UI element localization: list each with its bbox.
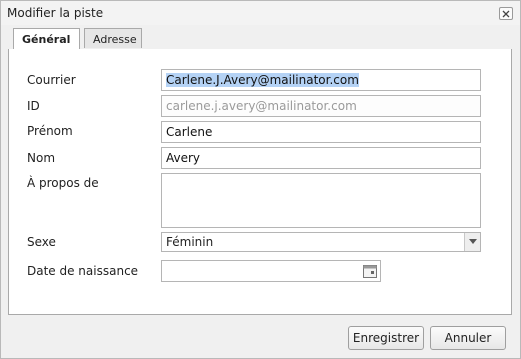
dialog-title: Modifier la piste (7, 6, 104, 20)
edit-lead-dialog: Modifier la piste Général Adresse Courri… (0, 0, 521, 359)
sexe-value: Féminin (166, 235, 214, 249)
chevron-down-icon (469, 239, 477, 244)
naissance-field[interactable] (161, 260, 381, 282)
tab-bar: Général Adresse (8, 28, 512, 50)
apropos-label: À propos de (27, 176, 99, 190)
sexe-dropdown-button[interactable] (464, 233, 480, 251)
nom-field[interactable]: Avery (161, 147, 481, 169)
prenom-label: Prénom (27, 124, 73, 138)
naissance-label: Date de naissance (27, 264, 139, 278)
close-button[interactable] (499, 7, 513, 20)
sexe-label: Sexe (27, 235, 56, 249)
nom-label: Nom (27, 151, 56, 165)
tab-general[interactable]: Général (13, 28, 80, 50)
calendar-icon[interactable] (363, 264, 377, 278)
courrier-value: Carlene.J.Avery@mailinator.com (166, 73, 359, 87)
save-button[interactable]: Enregistrer (348, 326, 424, 350)
id-label: ID (27, 99, 40, 113)
courrier-label: Courrier (27, 73, 76, 87)
tab-adresse[interactable]: Adresse (84, 28, 142, 48)
cancel-button[interactable]: Annuler (430, 326, 506, 350)
close-icon (502, 10, 510, 18)
id-field: carlene.j.avery@mailinator.com (161, 95, 481, 117)
sexe-select[interactable]: Féminin (161, 232, 481, 252)
courrier-field[interactable]: Carlene.J.Avery@mailinator.com (161, 69, 481, 91)
dialog-titlebar: Modifier la piste (1, 1, 520, 25)
apropos-textarea[interactable] (161, 173, 481, 228)
prenom-field[interactable]: Carlene (161, 121, 481, 143)
